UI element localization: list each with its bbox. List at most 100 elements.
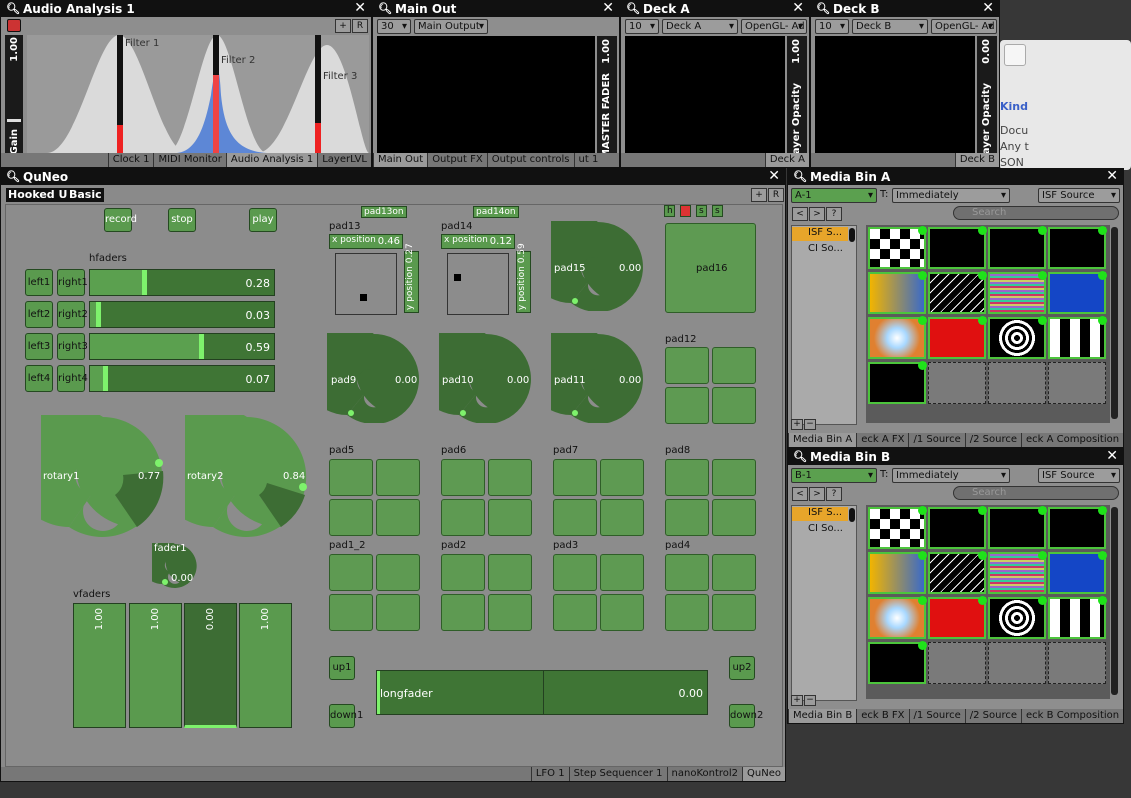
vfader-1[interactable]: 1.00 [73, 603, 126, 728]
bin-a-scrollbar[interactable] [1111, 227, 1118, 419]
small-button-s1[interactable]: s [696, 205, 707, 217]
pad13-x-slider[interactable]: x position 0.46 [329, 234, 403, 249]
pad14on-toggle[interactable]: pad14on [473, 206, 519, 218]
deck-a-titlebar[interactable]: 🔍︎ Deck A ✕ [621, 0, 809, 17]
tab-output-fx[interactable]: Output FX [427, 153, 487, 167]
pad16-button[interactable]: pad16 [665, 223, 756, 313]
hfader-4[interactable]: 0.07 [89, 365, 275, 392]
tab-deck-b-fx[interactable]: eck B FX [856, 709, 908, 723]
bin-b-remove-button[interactable]: − [804, 695, 816, 706]
hfader-right-button-4[interactable]: right4 [57, 365, 88, 392]
fps-select[interactable]: 30 [377, 19, 411, 34]
tab-step-sequencer[interactable]: Step Sequencer 1 [568, 767, 667, 781]
pad4-pad-3[interactable] [665, 594, 709, 631]
hfader-right-button-3[interactable]: right3 [57, 333, 88, 360]
pad5-pad-1[interactable] [329, 459, 373, 496]
pad3-pad-1[interactable] [553, 554, 597, 591]
deck-b-titlebar[interactable]: 🔍︎ Deck B ✕ [811, 0, 999, 17]
stop-button[interactable]: stop [168, 208, 196, 232]
bin-b-black-thumb[interactable] [1048, 506, 1107, 549]
small-button-record[interactable] [680, 205, 691, 217]
deck-a-select[interactable]: Deck A [662, 19, 738, 34]
tab-media-bin-a[interactable]: Media Bin A [788, 433, 857, 447]
bin-b-gradient-thumb[interactable] [868, 551, 927, 594]
pad12-pad-2[interactable] [712, 347, 756, 384]
tab-clock[interactable]: Clock 1 [107, 153, 154, 167]
tab-main-out[interactable]: Main Out [373, 153, 428, 167]
bin-b-empty-slot[interactable] [928, 642, 986, 684]
bin-b-help-button[interactable]: ? [826, 487, 842, 501]
tab-lfo[interactable]: LFO 1 [530, 767, 569, 781]
bin-a-black-thumb[interactable] [868, 361, 927, 404]
hfader-left-button-2[interactable]: left2 [25, 301, 53, 328]
bin-b-page-select[interactable]: B-1 [791, 468, 877, 483]
pad7-pad-1[interactable] [553, 459, 597, 496]
close-icon[interactable]: ✕ [768, 168, 780, 184]
pad5-pad-3[interactable] [329, 499, 373, 536]
deck-b-fps-select[interactable]: 10 [815, 19, 849, 34]
bin-a-forward-button[interactable]: > [809, 207, 825, 221]
bin-a-black-thumb[interactable] [1048, 226, 1107, 269]
close-icon[interactable]: ✕ [1106, 448, 1118, 464]
basic-toggle[interactable]: Basic [67, 188, 104, 202]
record-icon[interactable] [7, 19, 21, 32]
tab-deck-b[interactable]: Deck B [954, 153, 999, 167]
vfader-2[interactable]: 1.00 [129, 603, 182, 728]
bin-a-empty-slot[interactable] [988, 362, 1046, 404]
tab-output-1[interactable]: ut 1 [573, 153, 603, 167]
pad5-pad-2[interactable] [376, 459, 420, 496]
vfader-3[interactable]: 0.00 [184, 603, 237, 728]
close-icon[interactable]: ✕ [354, 0, 366, 16]
bin-a-page-select[interactable]: A-1 [791, 188, 877, 203]
hfader-right-button-2[interactable]: right2 [57, 301, 88, 328]
bin-b-trigger-select[interactable]: Immediately [892, 468, 1010, 483]
bin-b-checkerboard-thumb[interactable] [868, 506, 927, 549]
pad12-pad-1[interactable] [665, 347, 709, 384]
bin-a-empty-slot[interactable] [1048, 362, 1106, 404]
pad1_2-pad-1[interactable] [329, 554, 373, 591]
tab-media-bin-b[interactable]: Media Bin B [788, 709, 857, 723]
pad4-pad-4[interactable] [712, 594, 756, 631]
output-select[interactable]: Main Output [414, 19, 488, 34]
deck-b-select[interactable]: Deck B [852, 19, 928, 34]
bin-a-empty-slot[interactable] [928, 362, 986, 404]
bin-a-blue-thumb[interactable] [1048, 271, 1107, 314]
pad8-pad-2[interactable] [712, 459, 756, 496]
pad3-pad-2[interactable] [600, 554, 644, 591]
pad8-pad-1[interactable] [665, 459, 709, 496]
pad8-pad-3[interactable] [665, 499, 709, 536]
bin-b-back-button[interactable]: < [792, 487, 808, 501]
bin-b-search-input[interactable]: Search [953, 486, 1119, 500]
hfader-right-button-1[interactable]: right1 [57, 269, 88, 296]
pad6-pad-2[interactable] [488, 459, 532, 496]
pad2-pad-4[interactable] [488, 594, 532, 631]
pad4-pad-2[interactable] [712, 554, 756, 591]
bin-b-black-thumb[interactable] [868, 641, 927, 684]
bin-a-add-button[interactable]: + [791, 419, 803, 430]
bin-a-back-button[interactable]: < [792, 207, 808, 221]
tab-deck-a-fx[interactable]: eck A FX [856, 433, 908, 447]
tab-deck-b-source-1[interactable]: /1 Source [908, 709, 965, 723]
tab-nanokontrol2[interactable]: nanoKontrol2 [666, 767, 743, 781]
pad7-pad-4[interactable] [600, 499, 644, 536]
down1-button[interactable]: down1 [329, 704, 363, 728]
bin-a-spiral-thumb[interactable] [988, 316, 1047, 359]
bin-b-add-button[interactable]: + [791, 695, 803, 706]
pad2-pad-1[interactable] [441, 554, 485, 591]
pad5-pad-4[interactable] [376, 499, 420, 536]
longfader[interactable]: longfader 0.00 [376, 670, 708, 715]
play-button[interactable]: play [249, 208, 277, 232]
audio-analysis-titlebar[interactable]: 🔍︎ Audio Analysis 1 ✕ [1, 0, 371, 17]
tab-deck-a-source-2[interactable]: /2 Source [964, 433, 1021, 447]
bin-a-noise-thumb[interactable] [988, 271, 1047, 314]
pad13-xy-pad[interactable] [335, 253, 397, 315]
tab-midi-monitor[interactable]: MIDI Monitor [153, 153, 225, 167]
bin-b-scrollbar[interactable] [1111, 507, 1118, 695]
bin-b-noise-thumb[interactable] [988, 551, 1047, 594]
down2-button[interactable]: down2 [729, 704, 763, 728]
up2-button[interactable]: up2 [729, 656, 755, 680]
bin-a-black-thumb[interactable] [988, 226, 1047, 269]
tab-output-controls[interactable]: Output controls [486, 153, 574, 167]
vfader-4[interactable]: 1.00 [239, 603, 292, 728]
hfader-2[interactable]: 0.03 [89, 301, 275, 328]
